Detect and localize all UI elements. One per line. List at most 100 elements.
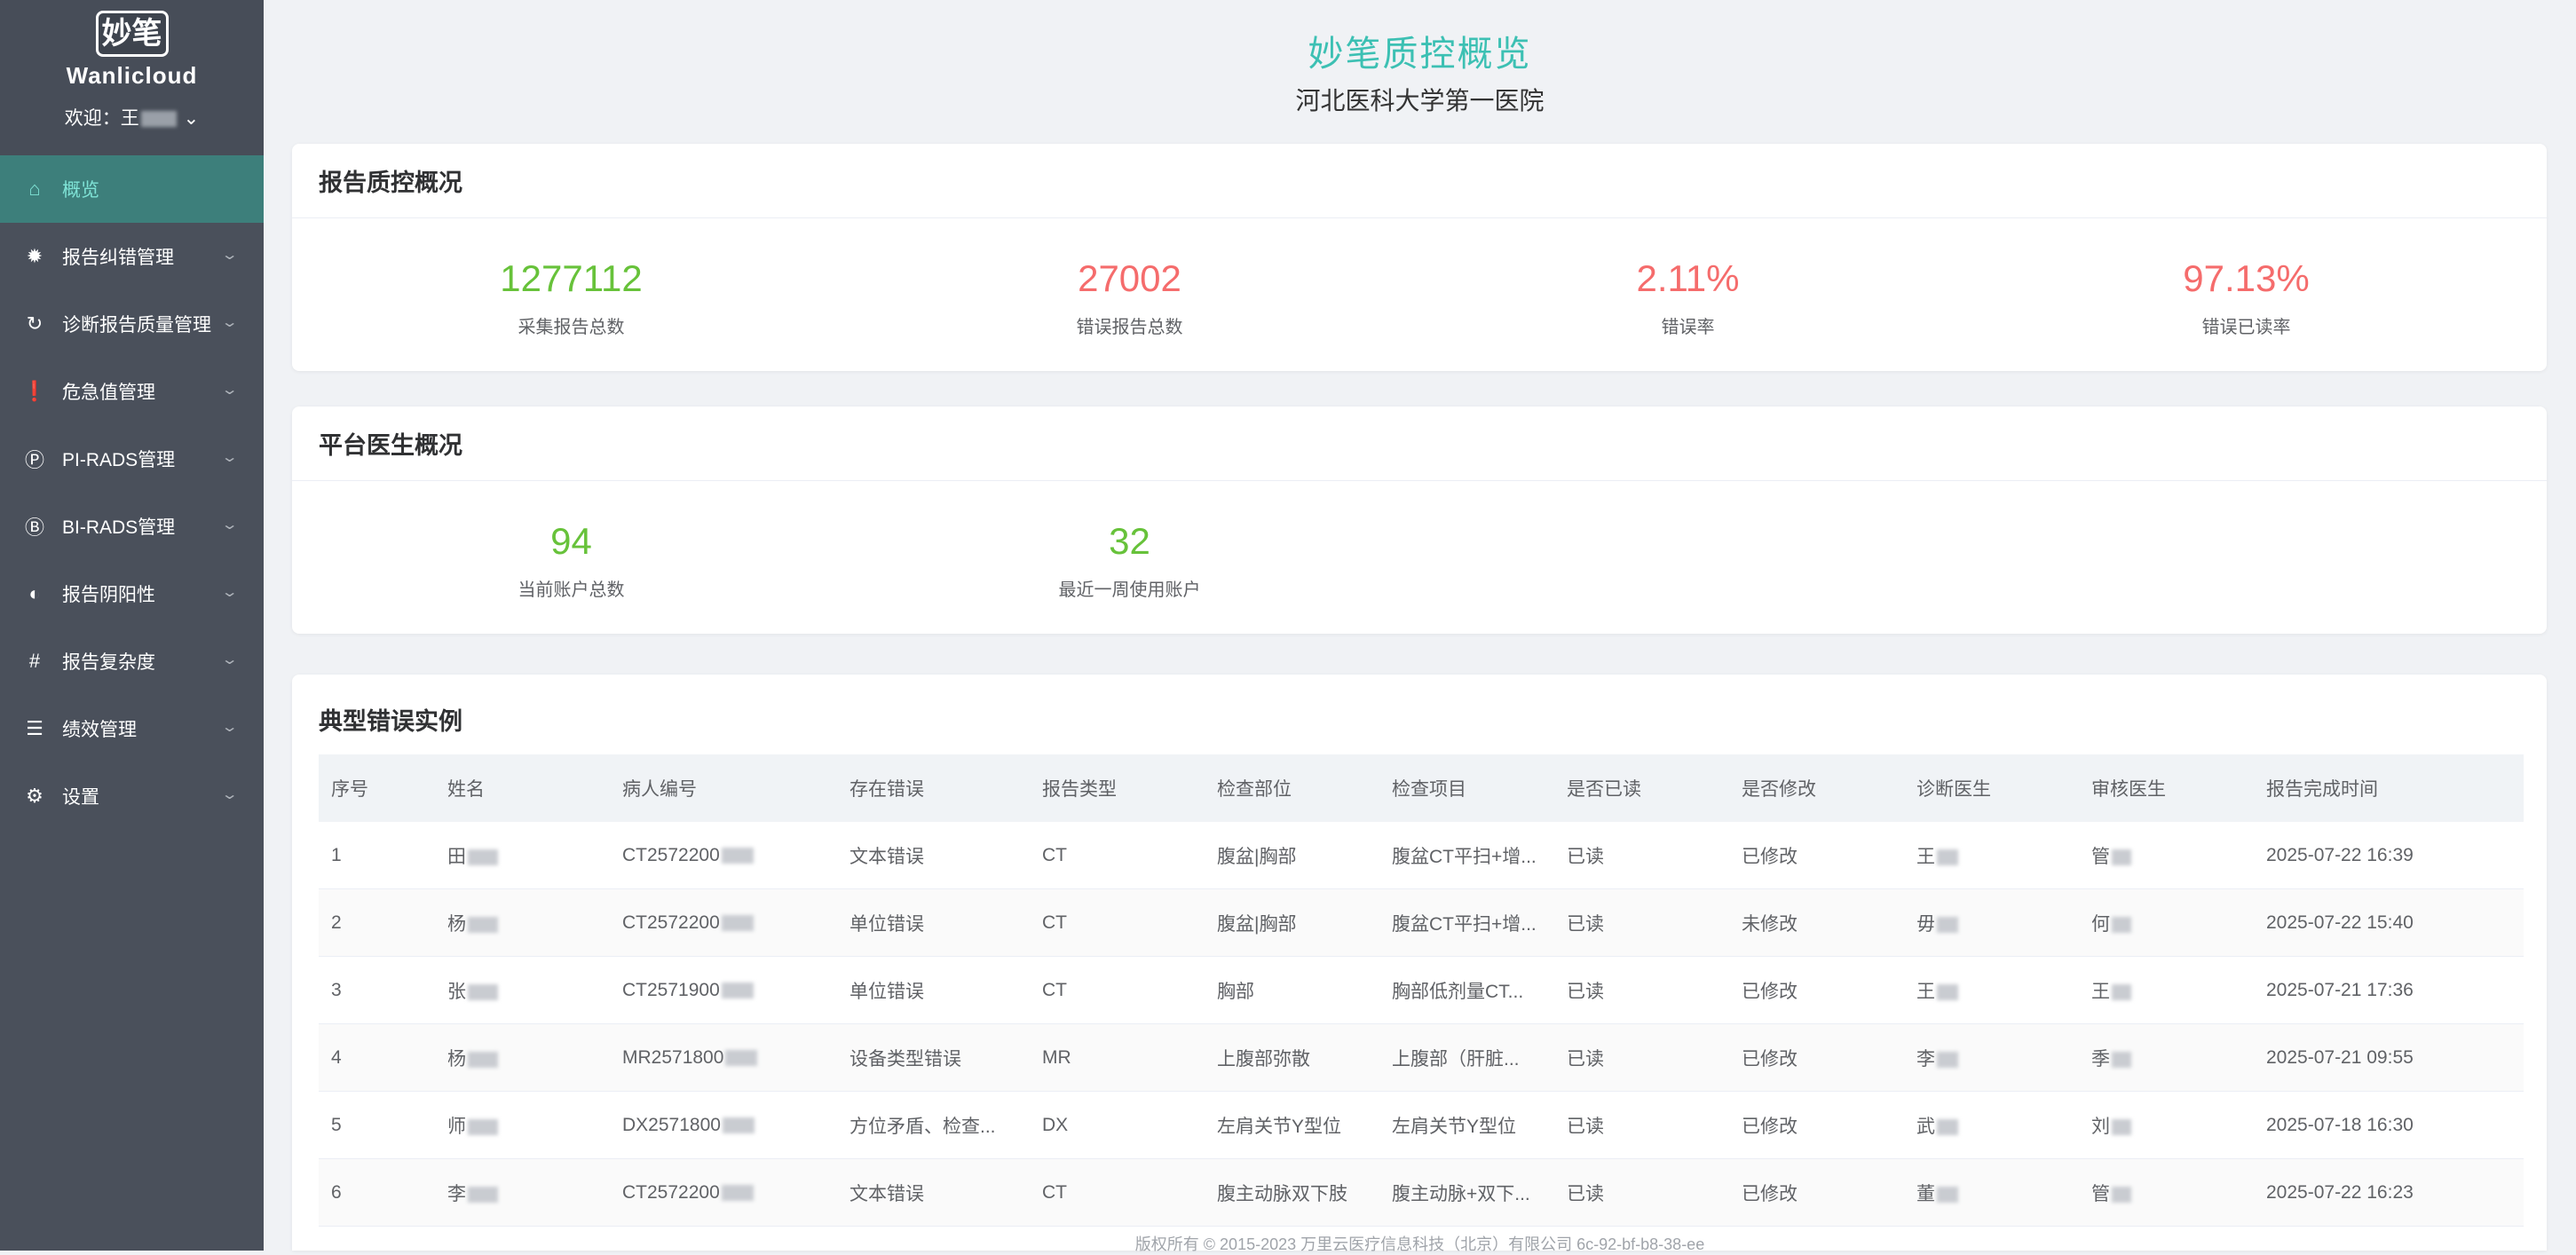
masked-text [725, 1049, 758, 1066]
doctors-card: 平台医生概况 94 当前账户总数 32 最近一周使用账户 [292, 406, 2547, 634]
table-cell: CT2572200 [610, 822, 837, 889]
sidebar-item-1[interactable]: ✹ 报告纠错管理 ⌄ [0, 223, 264, 290]
table-cell: 2 [319, 888, 435, 957]
cell-text: 腹盆CT平扫+增... [1392, 913, 1537, 935]
cell-text: 王 [2091, 981, 2110, 1002]
grid-icon: # [28, 650, 41, 672]
table-cell: 左肩关节Y型位 [1205, 1091, 1379, 1159]
table-cell: 管 [2079, 822, 2254, 889]
table-cell: 杨 [435, 888, 610, 957]
sidebar-item-0[interactable]: ⌂ 概览 [0, 155, 264, 223]
errors-table: 序号 姓名 病人编号 存在错误 报告类型 检查部位 检查项目 是否已读 是否修改 诊断医生 审核医生… [319, 754, 2524, 1227]
table-cell: 胸部 [1205, 956, 1379, 1024]
cell-text: CT [1042, 979, 1067, 1000]
stat-item: 27002 错误报告总数 [850, 218, 1409, 371]
table-cell: 腹盆|胸部 [1205, 888, 1379, 957]
sidebar: 妙笔 Wanlicloud 欢迎：王 ⌄ ⌂ 概览 ✹ 报告纠错管理 ⌄ ↻ 诊断报告质量管… [0, 0, 264, 1251]
chevron-down-icon: ⌄ [220, 517, 239, 533]
stat-label: 错误已读率 [2201, 318, 2291, 337]
cell-text: 4 [331, 1046, 342, 1068]
stat-item: 32 最近一周使用账户 [850, 481, 1409, 634]
table-cell: MR [1030, 1023, 1205, 1092]
column-header[interactable]: 姓名 [435, 754, 610, 822]
cell-text: 管 [2091, 1183, 2110, 1204]
cell-text: 已修改 [1742, 1048, 1798, 1070]
column-header[interactable]: 序号 [319, 754, 435, 822]
column-header[interactable]: 报告类型 [1030, 754, 1205, 822]
hospital-name: 河北医科大学第一医院 [1295, 87, 1545, 114]
cell-text: 董 [1916, 1183, 1935, 1204]
table-cell: 已读 [1554, 822, 1729, 889]
cell-text: 武 [1916, 1116, 1935, 1137]
table-cell: 左肩关节Y型位 [1379, 1091, 1554, 1159]
sidebar-item-label: 绩效管理 [62, 720, 137, 740]
sidebar-item-7[interactable]: # 报告复杂度 ⌄ [0, 628, 264, 695]
brand: 妙笔 Wanlicloud 欢迎：王 ⌄ [0, 0, 264, 155]
sidebar-item-2[interactable]: ↻ 诊断报告质量管理 ⌄ [0, 290, 264, 358]
column-header[interactable]: 是否已读 [1554, 754, 1729, 822]
table-cell: 张 [435, 956, 610, 1024]
sidebar-item-4[interactable]: Ⓟ PI-RADS管理 ⌄ [0, 425, 264, 493]
table-cell: 2025-07-21 17:36 [2254, 956, 2524, 1024]
column-header[interactable]: 审核医生 [2079, 754, 2254, 822]
doctors-title: 平台医生概况 [292, 406, 2547, 481]
sidebar-item-label: PI-RADS管理 [62, 450, 176, 470]
table-cell: 李 [435, 1158, 610, 1227]
sidebar-item-3[interactable]: ❗ 危急值管理 ⌄ [0, 358, 264, 425]
column-header[interactable]: 检查部位 [1205, 754, 1379, 822]
sidebar-item-9[interactable]: ⚙ 设置 ⌄ [0, 762, 264, 830]
stat-label: 错误率 [1661, 318, 1715, 337]
cell-text: CT2572200 [622, 844, 720, 865]
table-row[interactable]: 6 李 CT2572200 文本错误 CT 腹主动脉双下肢 腹主动脉+双下... 已读 已修改 董… [319, 1158, 2524, 1227]
sidebar-item-5[interactable]: Ⓑ BI-RADS管理 ⌄ [0, 493, 264, 560]
cell-text: 已读 [1567, 1183, 1604, 1204]
sidebar-item-6[interactable]: ◐ 报告阴阳性 ⌄ [0, 560, 264, 628]
table-cell: 何 [2079, 888, 2254, 957]
column-header[interactable]: 诊断医生 [1904, 754, 2079, 822]
column-header[interactable]: 检查项目 [1379, 754, 1554, 822]
masked-text [2112, 1118, 2131, 1135]
table-row[interactable]: 5 师 DX2571800 方位矛盾、检查... DX 左肩关节Y型位 左肩关节Y型位 已读 已… [319, 1091, 2524, 1159]
logo: 妙笔 [95, 11, 169, 57]
cell-text: 胸部低剂量CT... [1392, 981, 1524, 1002]
user-menu[interactable]: 欢迎：王 ⌄ [0, 104, 264, 130]
table-row[interactable]: 1 田 CT2572200 文本错误 CT 腹盆|胸部 腹盆CT平扫+增... 已读 已修改 王 管… [319, 822, 2524, 889]
column-header[interactable]: 存在错误 [837, 754, 1030, 822]
gear-icon: ⚙ [26, 785, 43, 807]
column-header[interactable]: 病人编号 [610, 754, 837, 822]
cell-text: 已修改 [1742, 1116, 1798, 1137]
errors-title: 典型错误实例 [319, 708, 462, 735]
table-cell: 4 [319, 1023, 435, 1092]
report-qc-title: 报告质控概况 [292, 144, 2547, 218]
sidebar-item-8[interactable]: ☰ 绩效管理 ⌄ [0, 695, 264, 762]
table-header-row: 序号 姓名 病人编号 存在错误 报告类型 检查部位 检查项目 是否已读 是否修改 诊断医生 审核医生… [319, 754, 2524, 822]
cell-text: 2025-07-21 09:55 [2266, 1046, 2414, 1068]
masked-text [1937, 1118, 1958, 1135]
home-icon: ⌂ [28, 178, 41, 200]
table-row[interactable]: 4 杨 MR2571800 设备类型错误 MR 上腹部弥散 上腹部（肝脏... 已读 已修改 李 季… [319, 1023, 2524, 1092]
report-qc-stats: 1277112 采集报告总数 27002 错误报告总数 2.11% 错误率 97.13% 错误… [292, 218, 2547, 371]
table-cell: 季 [2079, 1023, 2254, 1092]
table-cell: 上腹部弥散 [1205, 1023, 1379, 1092]
cell-text: 设备类型错误 [849, 1048, 961, 1070]
table-cell: 杨 [435, 1023, 610, 1092]
cell-text: CT [1042, 1181, 1067, 1203]
table-cell: 单位错误 [837, 888, 1030, 957]
table-cell: CT2572200 [610, 888, 837, 957]
doctors-stats: 94 当前账户总数 32 最近一周使用账户 [292, 481, 2547, 634]
cell-text: 已修改 [1742, 1183, 1798, 1204]
bug-icon: ✹ [26, 245, 43, 267]
column-header[interactable]: 报告完成时间 [2254, 754, 2524, 822]
cell-text: 腹盆|胸部 [1217, 846, 1297, 867]
sidebar-item-label: BI-RADS管理 [62, 517, 176, 538]
cell-text: MR2571800 [622, 1046, 724, 1068]
column-header[interactable]: 是否修改 [1729, 754, 1904, 822]
table-cell: 未修改 [1729, 888, 1904, 957]
table-cell: CT [1030, 956, 1205, 1024]
cell-text: 腹主动脉双下肢 [1217, 1183, 1347, 1204]
table-cell: 文本错误 [837, 1158, 1030, 1227]
cell-text: DX2571800 [622, 1114, 721, 1135]
table-row[interactable]: 2 杨 CT2572200 单位错误 CT 腹盆|胸部 腹盆CT平扫+增... 已读 未修改 毋 何… [319, 888, 2524, 957]
table-row[interactable]: 3 张 CT2571900 单位错误 CT 胸部 胸部低剂量CT... 已读 已修改 王 王 2025… [319, 956, 2524, 1024]
masked-text [2112, 1051, 2131, 1068]
